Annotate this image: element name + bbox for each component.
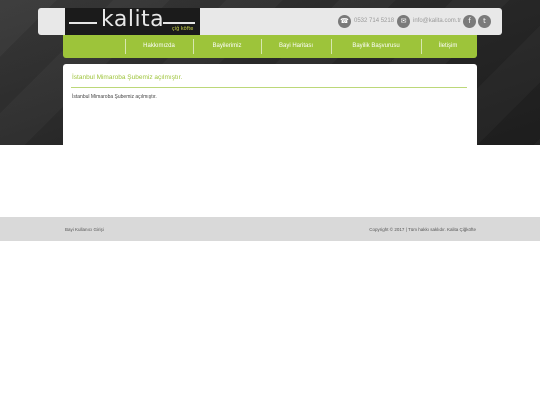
logo-line-left <box>69 22 97 24</box>
nav-item-bayilerimiz[interactable]: Bayilerimiz <box>194 35 260 58</box>
email-address: info@kalita.com.tr <box>413 18 462 24</box>
logo-line-right <box>163 22 195 24</box>
logo[interactable]: kalita çiğ köfte <box>65 7 200 35</box>
nav-item-bayilik-basvurusu[interactable]: Bayilik Başvurusu <box>332 35 420 58</box>
logo-wordmark: kalita <box>101 7 165 32</box>
twitter-icon[interactable]: t <box>478 14 491 28</box>
title-divider <box>71 87 467 88</box>
social-links: f t <box>463 14 491 28</box>
nav-item-bayi-haritasi[interactable]: Bayi Haritası <box>262 35 330 58</box>
page-body: İstanbul Mimaroba Şubemiz açılmıştır. <box>72 94 157 100</box>
footer: Bayi Kullanıcı Girişi Copyright © 2017 |… <box>0 217 540 241</box>
dealer-login-link[interactable]: Bayi Kullanıcı Girişi <box>65 227 104 232</box>
facebook-icon[interactable]: f <box>463 14 476 28</box>
content-panel: İstanbul Mimaroba Şubemiz açılmıştır. İs… <box>63 64 477 146</box>
copyright-text: Copyright © 2017 | Tüm hakkı saklıdır. K… <box>369 227 476 232</box>
logo-tagline: çiğ köfte <box>172 26 194 32</box>
nav-item-iletisim[interactable]: İletişim <box>422 35 474 58</box>
phone-icon: ☎ <box>338 14 351 28</box>
main-nav: Hakkımızda Bayilerimiz Bayi Haritası Bay… <box>63 35 477 58</box>
page-title: İstanbul Mimaroba Şubemiz açılmıştır. <box>72 74 183 81</box>
nav-item-hakkimizda[interactable]: Hakkımızda <box>126 35 192 58</box>
phone-contact[interactable]: ☎ 0532 714 5218 <box>338 14 394 28</box>
phone-number: 0532 714 5218 <box>354 18 395 24</box>
mail-icon: ✉ <box>397 14 410 28</box>
email-contact[interactable]: ✉ info@kalita.com.tr <box>397 14 461 28</box>
